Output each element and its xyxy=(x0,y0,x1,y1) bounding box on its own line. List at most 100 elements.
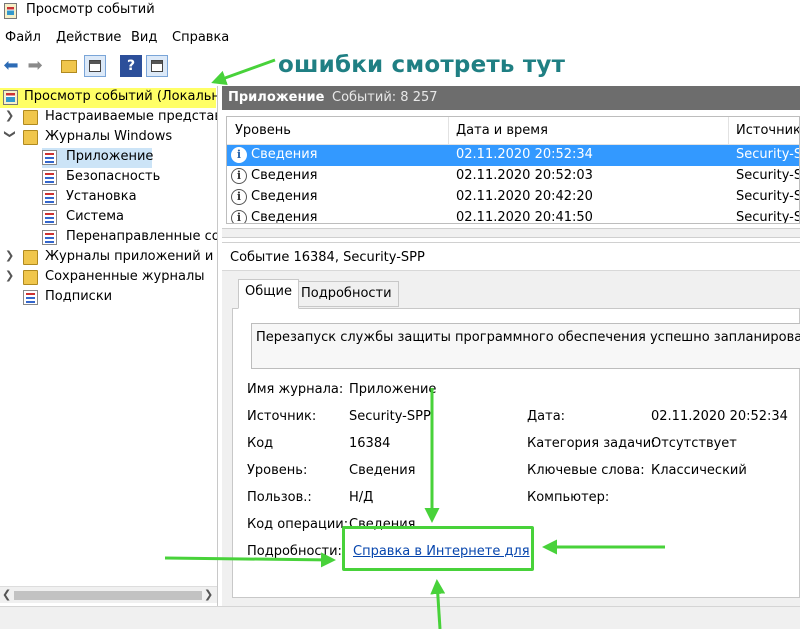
forward-arrow-icon[interactable]: ➡ xyxy=(24,55,46,77)
tab-general[interactable]: Общие xyxy=(238,279,299,309)
window-title: Просмотр событий xyxy=(26,2,155,17)
row-level: Сведения xyxy=(251,147,318,162)
log-icon xyxy=(42,190,57,205)
tree-item-root[interactable]: Просмотр событий (Локальнь xyxy=(0,88,218,108)
chevron-down-icon[interactable]: ❯ xyxy=(4,130,17,142)
menu-view[interactable]: Вид xyxy=(131,30,157,45)
log-pane-header: Приложение Событий: 8 257 xyxy=(222,86,800,110)
event-detail-header: Событие 16384, Security-SPP xyxy=(222,243,800,271)
tree-item-label: Система xyxy=(66,209,125,224)
tree-item-saved-logs[interactable]: ❯ Сохраненные журналы xyxy=(0,268,216,288)
scroll-left-icon[interactable]: ❮ xyxy=(2,588,11,601)
info-icon: i xyxy=(231,189,247,205)
label-more-info: Подробности: xyxy=(247,544,342,559)
folder-icon xyxy=(23,270,38,285)
row-source: Security-SP xyxy=(736,210,799,224)
status-bar xyxy=(0,606,800,629)
event-list-header: Уровень Дата и время Источник xyxy=(227,117,799,145)
row-datetime: 02.11.2020 20:42:20 xyxy=(456,189,593,204)
value-date: 02.11.2020 20:52:34 xyxy=(651,409,788,424)
label-opcode: Код операции: xyxy=(247,517,349,532)
tree-item-subscriptions[interactable]: Подписки xyxy=(0,288,216,308)
label-code: Код xyxy=(247,436,274,451)
tree-item-label: Приложение xyxy=(66,149,154,164)
value-task-category: Отсутствует xyxy=(651,436,737,451)
row-source: Security-SP xyxy=(736,189,799,204)
scroll-thumb[interactable] xyxy=(14,591,202,600)
console-tree: Просмотр событий (Локальнь ❯ Настраиваем… xyxy=(0,86,218,606)
folder-icon xyxy=(23,250,38,265)
event-description[interactable]: Перезапуск службы защиты программного об… xyxy=(251,323,800,369)
tree-item-label: Сохраненные журналы xyxy=(45,269,205,284)
scroll-right-icon[interactable]: ❯ xyxy=(204,588,213,601)
row-source: Security-SP xyxy=(736,168,799,183)
event-description-text: Перезапуск службы защиты программного об… xyxy=(256,330,800,345)
row-datetime: 02.11.2020 20:41:50 xyxy=(456,210,593,224)
value-source: Security-SPP xyxy=(349,409,431,424)
value-log-name: Приложение xyxy=(349,382,437,397)
label-user: Пользов.: xyxy=(247,490,312,505)
tree-item-label: Журналы Windows xyxy=(45,129,173,144)
event-viewer-app-icon xyxy=(4,3,17,19)
tree-item-label: Безопасность xyxy=(66,169,161,184)
column-level[interactable]: Уровень xyxy=(235,123,291,138)
info-icon: i xyxy=(231,210,247,223)
menu-help[interactable]: Справка xyxy=(172,30,229,45)
event-count: Событий: 8 257 xyxy=(332,90,438,105)
value-user: Н/Д xyxy=(349,490,374,505)
menu-bar: Файл Действие Вид Справка xyxy=(0,28,800,48)
info-icon: i xyxy=(231,147,247,163)
log-icon xyxy=(42,150,57,165)
tree-item-application[interactable]: Приложение xyxy=(42,148,154,168)
show-pane-icon[interactable] xyxy=(146,55,168,77)
tab-details[interactable]: Подробности xyxy=(294,281,399,307)
tree-item-label: Перенаправленные соб xyxy=(66,229,218,244)
menu-file[interactable]: Файл xyxy=(5,30,41,45)
row-level: Сведения xyxy=(251,210,318,224)
highlight-box xyxy=(342,526,534,571)
label-keywords: Ключевые слова: xyxy=(527,463,645,478)
log-icon xyxy=(42,170,57,185)
properties-icon[interactable] xyxy=(84,55,106,77)
menu-action[interactable]: Действие xyxy=(56,30,121,45)
tree-horizontal-scrollbar[interactable]: ❮ ❯ xyxy=(0,586,217,603)
tree-item-label: Подписки xyxy=(45,289,113,304)
folder-icon xyxy=(23,130,38,145)
label-level: Уровень: xyxy=(247,463,308,478)
info-icon: i xyxy=(231,168,247,184)
tree-item-security[interactable]: Безопасность xyxy=(42,168,216,188)
table-row[interactable]: i Сведения 02.11.2020 20:52:03 Security-… xyxy=(227,166,799,187)
value-level: Сведения xyxy=(349,463,416,478)
annotation-text: ошибки смотреть тут xyxy=(278,52,566,78)
tree-item-label: Настраиваемые представле xyxy=(45,109,217,124)
back-arrow-icon[interactable]: ⬅ xyxy=(0,55,22,77)
folder-up-icon[interactable] xyxy=(58,55,80,77)
row-level: Сведения xyxy=(251,189,318,204)
table-row[interactable]: i Сведения 02.11.2020 20:42:20 Security-… xyxy=(227,187,799,208)
pane-splitter[interactable] xyxy=(222,228,800,238)
event-viewer-icon xyxy=(3,90,18,105)
log-icon xyxy=(42,230,57,245)
tree-item-app-services-logs[interactable]: ❯ Журналы приложений и сл xyxy=(0,248,217,268)
tree-item-forwarded[interactable]: Перенаправленные соб xyxy=(42,228,218,248)
tree-item-setup[interactable]: Установка xyxy=(42,188,216,208)
tree-item-custom-views[interactable]: ❯ Настраиваемые представле xyxy=(0,108,217,128)
label-date: Дата: xyxy=(527,409,566,424)
tree-item-label: Установка xyxy=(66,189,137,204)
tree-item-system[interactable]: Система xyxy=(42,208,216,228)
tree-item-root-label: Просмотр событий (Локальнь xyxy=(24,89,218,104)
log-icon xyxy=(42,210,57,225)
column-source[interactable]: Источник xyxy=(736,123,799,138)
chevron-right-icon[interactable]: ❯ xyxy=(5,109,17,122)
tree-item-windows-logs[interactable]: ❯ Журналы Windows xyxy=(0,128,216,148)
help-icon[interactable]: ? xyxy=(120,55,142,77)
column-datetime[interactable]: Дата и время xyxy=(456,123,548,138)
subscriptions-icon xyxy=(23,290,38,305)
value-code: 16384 xyxy=(349,436,391,451)
event-viewer-window: Просмотр событий Файл Действие Вид Справ… xyxy=(0,0,800,629)
chevron-right-icon[interactable]: ❯ xyxy=(5,249,17,262)
table-row[interactable]: i Сведения 02.11.2020 20:52:34 Security-… xyxy=(227,145,799,166)
table-row[interactable]: i Сведения 02.11.2020 20:41:50 Security-… xyxy=(227,208,799,224)
chevron-right-icon[interactable]: ❯ xyxy=(5,269,17,282)
label-computer: Компьютер: xyxy=(527,490,610,505)
